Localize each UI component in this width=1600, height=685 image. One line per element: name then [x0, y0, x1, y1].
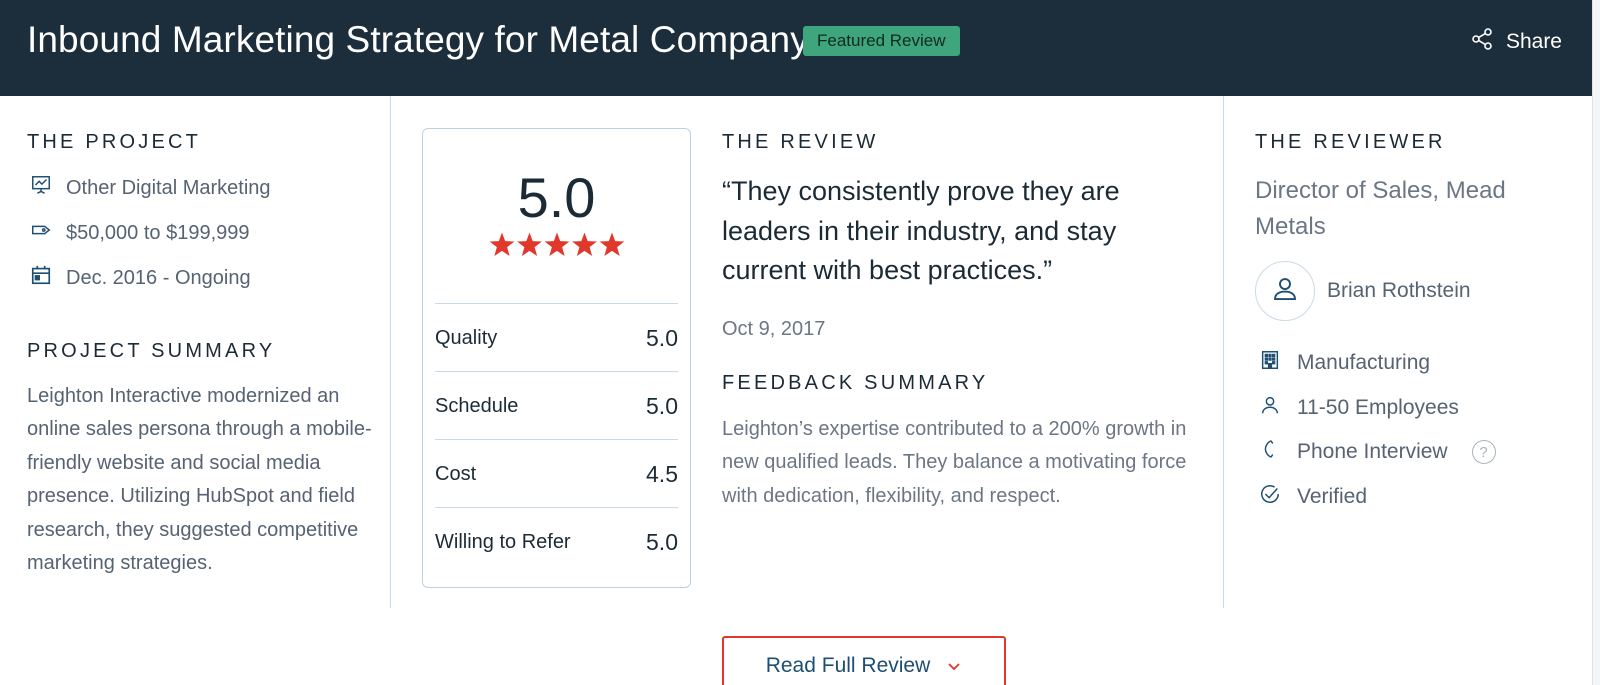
star-icon	[544, 232, 569, 257]
page-edge-strip	[1592, 0, 1600, 685]
avatar	[1255, 261, 1315, 321]
rating-card: 5.0 Quality 5.0 Schedule 5.0 Cost 4.5 Wi…	[422, 128, 691, 588]
overall-rating: 5.0	[517, 166, 596, 229]
star-rating	[423, 231, 690, 264]
review-section-title: THE REVIEW	[722, 131, 879, 153]
stars-graphic	[489, 232, 624, 257]
reviewer-job-title: Director of Sales, Mead Metals	[1255, 177, 1506, 240]
rating-row-schedule: Schedule 5.0	[435, 371, 678, 439]
reviewer-verification: Verified	[1259, 483, 1367, 511]
reviewer-interview-type: Phone Interview ?	[1259, 438, 1496, 466]
star-icon	[599, 232, 624, 257]
rating-value: 5.0	[646, 325, 678, 351]
reviewer-company-size-text: 11-50 Employees	[1297, 396, 1459, 419]
chevron-down-icon	[946, 657, 962, 681]
reviewer-verification-text: Verified	[1297, 485, 1368, 508]
rating-label: Quality	[435, 327, 498, 349]
check-circle-icon	[1259, 483, 1281, 511]
read-full-review-label: Read Full Review	[765, 654, 931, 677]
rating-label: Cost	[435, 463, 477, 485]
featured-review-badge: Featured Review	[803, 26, 960, 56]
project-section-title: THE PROJECT	[27, 131, 202, 153]
share-label: Share	[1505, 30, 1562, 53]
rating-row-willing-to-refer: Willing to Refer 5.0	[435, 507, 678, 575]
column-divider	[390, 96, 391, 608]
project-summary-text: Leighton Interactive modernized an onlin…	[27, 385, 372, 575]
user-icon	[1259, 394, 1281, 422]
star-icon	[516, 232, 542, 257]
rating-value: 5.0	[646, 529, 678, 555]
rating-label: Willing to Refer	[435, 531, 571, 553]
read-full-review-button[interactable]: Read Full Review	[722, 636, 1006, 685]
column-divider	[1223, 96, 1224, 608]
review-quote: “They consistently prove they are leader…	[722, 176, 1120, 285]
presentation-chart-icon	[30, 174, 52, 202]
rating-value: 5.0	[646, 393, 678, 419]
share-button[interactable]: Share	[1470, 27, 1562, 57]
user-icon	[1270, 274, 1300, 309]
project-budget-text: $50,000 to $199,999	[66, 221, 250, 244]
project-budget: $50,000 to $199,999	[30, 219, 250, 247]
project-summary-title: PROJECT SUMMARY	[27, 340, 276, 362]
reviewer-section-title: THE REVIEWER	[1255, 131, 1446, 153]
feedback-summary-text: Leighton’s expertise contributed to a 20…	[722, 418, 1187, 507]
review-title: Inbound Marketing Strategy for Metal Com…	[27, 19, 809, 60]
project-service: Other Digital Marketing	[30, 174, 271, 202]
rating-row-quality: Quality 5.0	[435, 303, 678, 371]
project-service-text: Other Digital Marketing	[66, 176, 271, 199]
star-icon	[571, 232, 597, 257]
star-icon	[489, 232, 514, 257]
rating-label: Schedule	[435, 395, 519, 417]
reviewer-company-size: 11-50 Employees	[1259, 394, 1459, 422]
price-tag-icon	[30, 219, 52, 247]
calendar-icon	[30, 264, 52, 292]
review-header: Inbound Marketing Strategy for Metal Com…	[0, 0, 1592, 96]
rating-value: 4.5	[646, 461, 678, 487]
project-dates-text: Dec. 2016 - Ongoing	[66, 266, 251, 289]
reviewer-interview-text: Phone Interview	[1297, 440, 1448, 463]
phone-icon	[1259, 438, 1281, 466]
reviewer-industry-text: Manufacturing	[1297, 351, 1431, 374]
reviewer-name: Brian Rothstein	[1327, 279, 1471, 302]
building-icon	[1259, 349, 1281, 377]
feedback-summary-title: FEEDBACK SUMMARY	[722, 372, 989, 394]
rating-row-cost: Cost 4.5	[435, 439, 678, 507]
reviewer-industry: Manufacturing	[1259, 349, 1430, 377]
question-icon[interactable]: ?	[1471, 440, 1496, 464]
project-dates: Dec. 2016 - Ongoing	[30, 264, 251, 292]
rating-breakdown: Quality 5.0 Schedule 5.0 Cost 4.5 Willin…	[435, 303, 678, 575]
share-icon	[1470, 27, 1494, 57]
review-date: Oct 9, 2017	[722, 318, 826, 340]
